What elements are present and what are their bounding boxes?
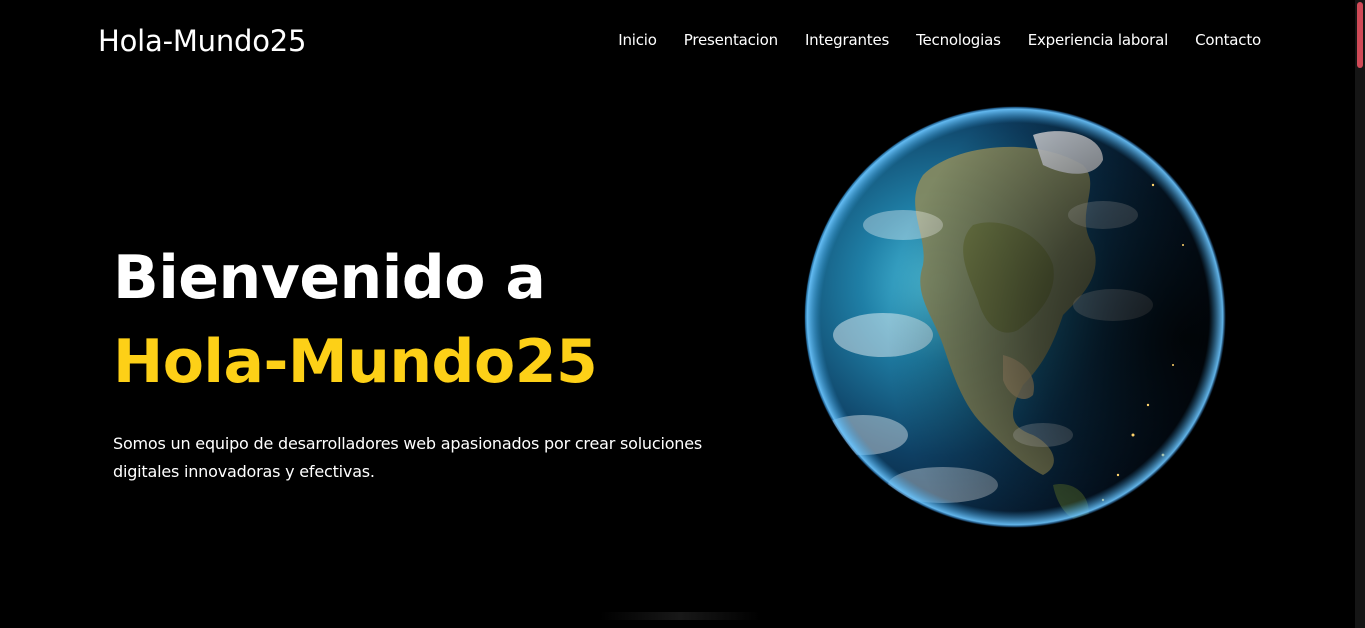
nav-item-contacto[interactable]: Contacto [1195,31,1261,49]
scrollbar-thumb[interactable] [1357,2,1363,68]
hero-title-line1: Bienvenido a [113,243,546,313]
hero-title: Bienvenido a Hola-Mundo25 [113,236,733,404]
site-header: Hola-Mundo25 Inicio Presentacion Integra… [0,0,1355,84]
page: Hola-Mundo25 Inicio Presentacion Integra… [0,0,1365,628]
hero-title-brand: Hola-Mundo25 [113,327,598,397]
scroll-hint [600,612,760,620]
hero-description: Somos un equipo de desarrolladores web a… [113,434,703,481]
earth-globe-icon [803,105,1227,529]
page-scrollbar[interactable] [1355,0,1365,628]
site-logo[interactable]: Hola-Mundo25 [98,24,306,58]
nav-item-experiencia-laboral[interactable]: Experiencia laboral [1028,31,1169,49]
main-nav: Inicio Presentacion Integrantes Tecnolog… [618,31,1261,49]
nav-item-inicio[interactable]: Inicio [618,31,657,49]
hero-section: Bienvenido a Hola-Mundo25 Somos un equip… [113,236,733,486]
nav-item-tecnologias[interactable]: Tecnologias [916,31,1001,49]
nav-item-integrantes[interactable]: Integrantes [805,31,889,49]
nav-item-presentacion[interactable]: Presentacion [684,31,778,49]
